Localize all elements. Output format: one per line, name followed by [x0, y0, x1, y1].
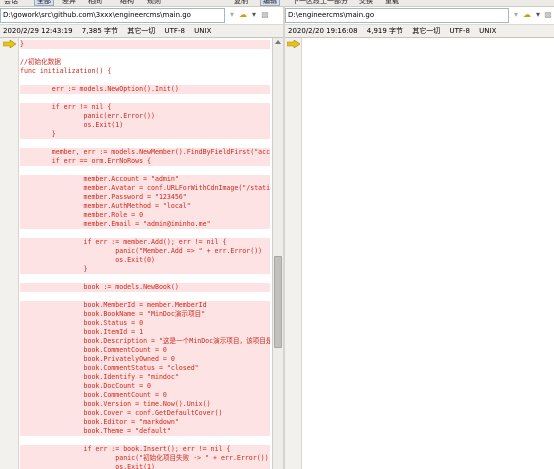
left-os[interactable]: UNIX — [194, 27, 211, 35]
code-line: book.CommentCount = 0 — [20, 391, 270, 400]
toolbar-button[interactable]: 复制 — [232, 0, 250, 6]
left-line-end[interactable]: 其它一切 — [127, 27, 155, 35]
code-line: //初始化数据 — [20, 58, 61, 66]
right-dropdown-icon-2[interactable]: ▾ — [533, 10, 543, 20]
right-dropdown-icon[interactable]: ▾ — [511, 10, 521, 20]
code-line: os.Exit(1) — [20, 121, 270, 130]
code-line: if err := member.Add(); err != nil { — [20, 238, 270, 247]
right-encoding[interactable]: UTF-8 — [450, 27, 470, 35]
code-line: book.Editor = "markdown" — [20, 418, 270, 427]
right-save-icon[interactable]: ▩ — [543, 10, 553, 20]
code-line: if err != nil { — [20, 103, 270, 112]
code-line: book.Version = time.Now().Unix() — [20, 400, 270, 409]
code-line: book.Identify = "mindoc" — [20, 373, 270, 382]
left-size: 7,385 字节 — [81, 27, 119, 35]
code-line: book.BookName = "MinDoc演示项目" — [20, 310, 270, 319]
code-line: if err == orm.ErrNoRows { — [20, 157, 270, 166]
right-size: 4,919 字节 — [366, 27, 404, 35]
toolbar-button[interactable]: 上一部分 — [318, 0, 350, 6]
code-line: panic("Member.Add => " + err.Error()) — [20, 247, 270, 256]
right-pane: D:\engineercms\main.go ▾ ☁ ▾ ▩ 2020/2/20… — [285, 7, 554, 469]
left-dropdown-icon-2[interactable]: ▾ — [249, 10, 259, 20]
left-code-view[interactable]: } //初始化数据 func initialization() { err := m… — [20, 38, 270, 469]
left-dropdown-icon[interactable]: ▾ — [227, 10, 237, 20]
code-line: member.AuthMethod = "local" — [20, 202, 270, 211]
toolbar-button[interactable]: 交换 — [357, 0, 375, 6]
toolbar-button[interactable]: 相同 — [86, 0, 104, 6]
toolbar-button[interactable]: 重载 — [383, 0, 401, 6]
code-line: book.Description = "这是一个MinDoc演示项目，该项目是由… — [20, 337, 270, 346]
left-encoding[interactable]: UTF-8 — [165, 27, 185, 35]
code-line: member, err := models.NewMember().FindBy… — [20, 148, 270, 157]
code-line: panic(err.Error()) — [20, 112, 270, 121]
right-folder-open-icon[interactable]: ☁ — [522, 10, 532, 20]
left-info-bar: 2020/2/29 12:43:19 7,385 字节 其它一切 UTF-8 U… — [0, 24, 283, 38]
code-line: os.Exit(1) — [20, 463, 270, 469]
code-line: book.Cover = conf.GetDefaultCover() — [20, 409, 270, 418]
code-line: book.MemberId = member.MemberId — [20, 301, 270, 310]
left-gutter — [0, 38, 19, 469]
right-datetime: 2020/2/20 19:16:08 — [288, 27, 358, 35]
toolbar: 会话 全部 差异 相同 结构 规则 复制 编辑 下一区段 上一部分 交换 重载 — [0, 0, 554, 7]
toolbar-button[interactable]: 规则 — [145, 0, 163, 6]
arrow-right-icon — [3, 40, 16, 48]
code-line: book.DocCount = 0 — [20, 382, 270, 391]
code-line: book.CommentStatus = "closed" — [20, 364, 270, 373]
right-info-bar: 2020/2/20 19:16:08 4,919 字节 其它一切 UTF-8 U… — [285, 24, 554, 38]
code-line: member.Email = "admin@iminho.me" — [20, 220, 270, 229]
left-path-input[interactable]: D:\gowork\src\github.com\3xxx\engineercm… — [0, 8, 225, 23]
left-save-icon[interactable]: ▩ — [260, 10, 270, 20]
code-line: panic("初始化项目失败 -> " + err.Error()) — [20, 454, 270, 463]
code-line: book.CommentCount = 0 — [20, 346, 270, 355]
right-path-input[interactable]: D:\engineercms\main.go — [285, 8, 509, 23]
code-line: book.Theme = "default" — [20, 427, 270, 436]
right-os[interactable]: UNIX — [479, 27, 496, 35]
code-line: os.Exit(0) — [20, 256, 270, 265]
code-line: member.Password = "123456" — [20, 193, 270, 202]
code-line: } — [20, 265, 270, 274]
code-line: member.Avatar = conf.URLForWithCdnImage(… — [20, 184, 270, 193]
toolbar-button[interactable]: 编辑 — [260, 0, 280, 6]
left-folder-open-icon[interactable]: ☁ — [238, 10, 248, 20]
right-line-end[interactable]: 其它一切 — [412, 27, 440, 35]
toolbar-button[interactable]: 差异 — [60, 0, 78, 6]
code-line: book.PrivatelyOwned = 0 — [20, 355, 270, 364]
code-line: } — [20, 40, 270, 49]
code-line: member.Role = 0 — [20, 211, 270, 220]
left-datetime: 2020/2/29 12:43:19 — [3, 27, 73, 35]
code-line: member.Account = "admin" — [20, 175, 270, 184]
scrollbar-thumb[interactable] — [274, 256, 282, 348]
left-pane: D:\gowork\src\github.com\3xxx\engineercm… — [0, 7, 283, 469]
right-gutter — [285, 38, 302, 469]
left-vertical-scrollbar[interactable] — [272, 38, 283, 469]
toolbar-button[interactable]: 结构 — [118, 0, 136, 6]
code-line: } — [20, 130, 270, 139]
code-line: if err := book.Insert(); err != nil { — [20, 445, 270, 454]
code-line: book.ItemId = 1 — [20, 328, 270, 337]
code-line: err := models.NewOption().Init() — [20, 85, 270, 94]
code-line: book.Status = 0 — [20, 319, 270, 328]
code-line: book := models.NewBook() — [20, 283, 270, 292]
scroll-up-icon[interactable] — [275, 40, 281, 44]
toolbar-button[interactable]: 会话 — [2, 0, 20, 6]
code-line: func initialization() { — [20, 67, 112, 75]
toolbar-button[interactable]: 全部 — [34, 0, 54, 6]
right-code-view[interactable] — [303, 38, 554, 469]
arrow-right-icon — [287, 40, 300, 48]
